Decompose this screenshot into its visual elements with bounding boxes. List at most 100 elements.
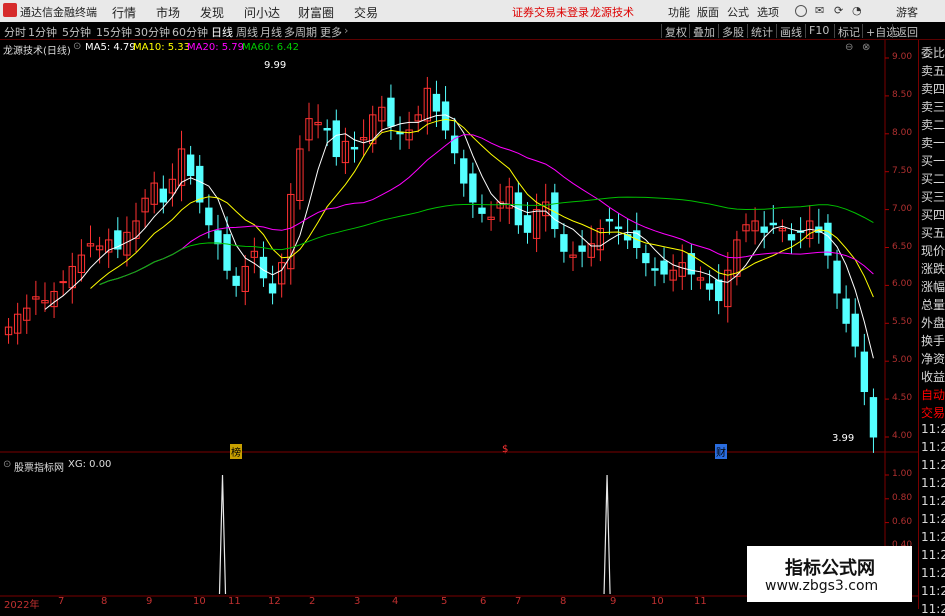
candle-body (605, 218, 614, 222)
indicator-signal-spike (218, 474, 227, 595)
date-tick-label: 11 (228, 596, 241, 607)
price-tick-label: 9.00 (892, 52, 913, 62)
candle-body (714, 279, 723, 302)
side-panel-item[interactable]: 11:28 (921, 494, 945, 508)
date-tick-label: 7 (58, 596, 65, 607)
candle-body (560, 234, 568, 252)
quote-side-panel: 委比 卖五 卖四 卖三 卖二 卖一 买一 买二 买三 买四 买五 现价 涨跌 涨幅 总量 外盘 换手 净资 收益 自动… (918, 40, 945, 616)
side-panel-item[interactable]: 委比 (921, 44, 945, 61)
price-tick-label: 5.50 (892, 317, 913, 328)
side-panel-item[interactable]: 买三 (921, 188, 945, 205)
indicator-tick-label: 0.80 (892, 492, 913, 503)
side-panel-item[interactable]: 11:28 (921, 566, 945, 580)
price-tick-label: 4.50 (892, 393, 913, 404)
candle-body (268, 283, 277, 294)
side-panel-item[interactable]: 涨跌 (921, 260, 945, 277)
date-tick-label: 11 (694, 596, 707, 607)
kline-chart[interactable] (0, 0, 945, 609)
candle-body (259, 256, 268, 279)
candle-body (432, 93, 441, 112)
date-tick-label: 4 (392, 596, 399, 607)
event-mark-cai[interactable]: 财 (715, 444, 727, 459)
candle-body (760, 226, 768, 233)
side-panel-item[interactable]: 11:28 (921, 602, 945, 616)
date-tick-label: 10 (651, 596, 664, 607)
side-panel-item[interactable]: 外盘 (921, 314, 945, 331)
side-panel-item[interactable]: 总量 (921, 296, 945, 313)
side-panel-item[interactable]: 买五 (921, 224, 945, 241)
candle-body (214, 230, 222, 245)
side-panel-item[interactable]: 买四 (921, 206, 945, 223)
date-tick-label: 12 (268, 596, 281, 607)
price-tick-label: 8.50 (892, 89, 913, 100)
date-tick-label: 2 (309, 596, 316, 607)
side-panel-item[interactable]: 11:27 (921, 440, 945, 454)
watermark-title: 指标公式网 (785, 558, 875, 579)
moving-average-lines (44, 114, 874, 359)
indicator-series (218, 474, 611, 595)
candle-body (769, 222, 777, 226)
candle-body (842, 298, 850, 324)
side-panel-item[interactable]: 卖一 (921, 134, 945, 151)
date-tick-label: 7 (515, 596, 522, 607)
indicator-signal-spike (603, 474, 611, 595)
side-panel-item[interactable]: 11:28 (921, 530, 945, 544)
price-tick-label: 4.00 (892, 431, 913, 441)
side-panel-item[interactable]: 换手 (921, 332, 945, 349)
date-tick-label: 5 (441, 596, 448, 607)
candle-body (651, 268, 659, 271)
watermark: 指标公式网 www.zbgs3.com (747, 546, 912, 602)
candle-body (460, 158, 468, 184)
candle-body (469, 173, 477, 203)
candle-body (869, 397, 878, 438)
candle-body (323, 127, 331, 131)
candle-body (578, 245, 586, 252)
side-panel-item[interactable]: 净资 (921, 350, 945, 367)
side-panel-item[interactable]: 买一 (921, 152, 945, 169)
candle-body (223, 234, 231, 271)
candle-body (787, 234, 796, 241)
candle-body (614, 226, 623, 230)
side-panel-item[interactable]: 现价 (921, 242, 945, 259)
date-tick-label: 3 (354, 596, 361, 607)
candle-body (332, 120, 340, 158)
date-tick-label: 6 (480, 596, 487, 607)
event-mark-bang[interactable]: 榜 (230, 444, 242, 459)
indicator-gear-icon[interactable]: ⊙ (3, 459, 11, 470)
side-panel-item[interactable]: 涨幅 (921, 278, 945, 295)
candle-body (186, 154, 195, 176)
candle-body (833, 260, 841, 294)
side-panel-item[interactable]: 交易 (921, 404, 945, 421)
price-tick-label: 6.50 (892, 241, 913, 252)
side-panel-item[interactable]: 11:28 (921, 584, 945, 598)
side-panel-item[interactable]: 买二 (921, 170, 945, 187)
side-panel-item[interactable]: 卖二 (921, 116, 945, 133)
side-panel-item[interactable]: 卖五 (921, 62, 945, 79)
date-tick-label: 8 (560, 596, 567, 607)
price-tick-label: 7.00 (892, 203, 913, 214)
candle-body (705, 283, 714, 290)
candle-body (660, 260, 668, 275)
candle-body (350, 146, 359, 150)
side-panel-item[interactable]: 11:27 (921, 476, 945, 490)
side-panel-item[interactable]: 11:27 (921, 458, 945, 472)
date-tick-label: 10 (193, 596, 206, 607)
candle-body (59, 281, 67, 284)
side-panel-item[interactable]: 卖三 (921, 98, 945, 115)
side-panel-item[interactable]: 收益 (921, 368, 945, 385)
watermark-url: www.zbgs3.com (765, 578, 879, 594)
side-panel-item[interactable]: 11:28 (921, 548, 945, 562)
side-panel-item[interactable]: 自动 (921, 386, 945, 403)
ma5-line (44, 114, 874, 359)
side-panel-item[interactable]: 卖四 (921, 80, 945, 97)
date-tick-label: 8 (101, 596, 108, 607)
side-panel-item[interactable]: 11:27 (921, 422, 945, 436)
candle-body (860, 351, 869, 393)
side-panel-item[interactable]: 11:28 (921, 512, 945, 526)
event-mark-dollar[interactable]: $ (502, 444, 508, 455)
candle-body (851, 313, 859, 347)
high-price-label: 9.99 (264, 60, 287, 71)
candle-body (196, 165, 204, 203)
price-tick-label: 5.00 (892, 355, 913, 366)
candle-body (387, 97, 395, 127)
